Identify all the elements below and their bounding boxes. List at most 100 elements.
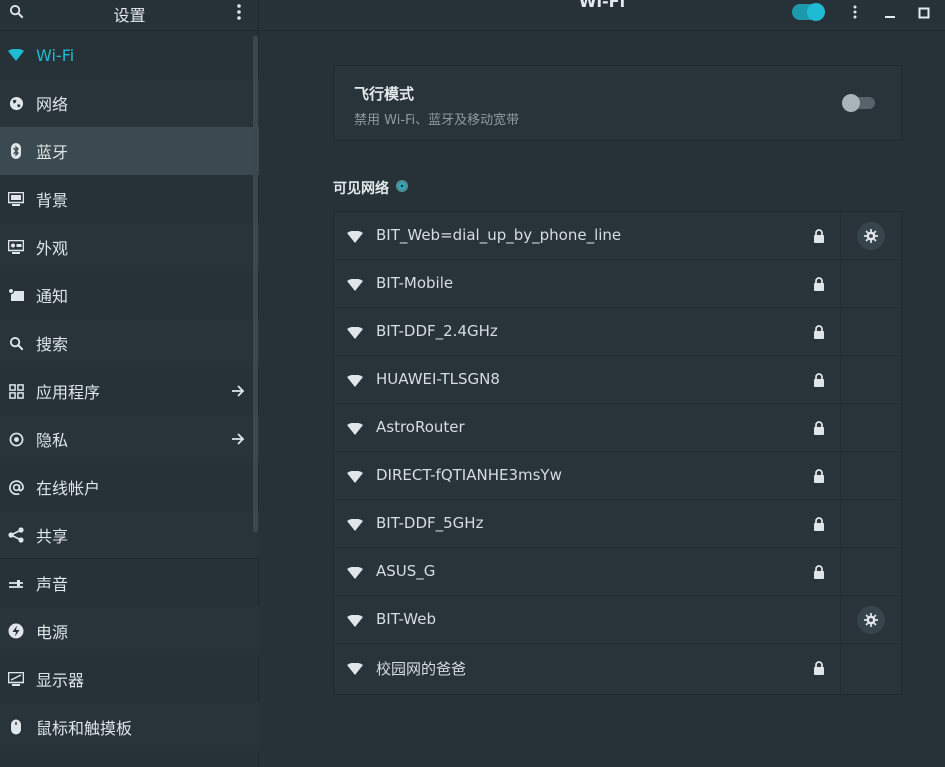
sidebar-item-label: 网络 (36, 95, 69, 114)
network-ssid: HUAWEI-TLSGN8 (376, 370, 500, 388)
sidebar-item-label: 应用程序 (36, 383, 101, 402)
wifi-signal-icon (347, 228, 363, 247)
sidebar-item-network[interactable]: 网络 (0, 79, 259, 127)
network-ssid: BIT-Web (376, 610, 437, 628)
lock-icon (813, 372, 825, 391)
row-divider (840, 644, 841, 694)
sidebar-item-notifications[interactable]: 通知 (0, 271, 259, 319)
visible-networks-label: 可见网络 (333, 181, 389, 197)
wifi-signal-icon (347, 516, 363, 535)
sidebar-item-label: 外观 (36, 239, 69, 258)
network-settings-button[interactable] (857, 222, 885, 250)
arrow-right-icon (231, 431, 245, 450)
row-divider (840, 596, 841, 643)
network-row[interactable]: DIRECT-fQTIANHE3msYw (334, 452, 901, 500)
sidebar-item-wifi[interactable]: Wi-Fi (0, 31, 259, 79)
power-icon (8, 623, 24, 639)
row-divider (840, 212, 841, 259)
arrow-right-icon (231, 383, 245, 402)
wifi-signal-icon (347, 372, 363, 391)
notification-icon (8, 287, 24, 303)
network-ssid: DIRECT-fQTIANHE3msYw (376, 466, 562, 484)
appearance-icon (8, 239, 24, 255)
wifi-signal-icon (347, 612, 363, 631)
sidebar-item-label: 隐私 (36, 431, 69, 450)
lock-icon (813, 564, 825, 583)
minimize-icon[interactable] (884, 4, 896, 23)
sidebar-item-label: 电源 (36, 623, 69, 642)
row-divider (840, 260, 841, 307)
sidebar-item-label: 通知 (36, 287, 69, 306)
row-divider (840, 404, 841, 451)
network-ssid: BIT-DDF_2.4GHz (376, 322, 498, 340)
lock-icon (813, 228, 825, 247)
sidebar-item-label: 蓝牙 (36, 143, 69, 162)
kebab-menu-icon[interactable] (851, 4, 859, 24)
sidebar-item-bluetooth[interactable]: 蓝牙 (0, 127, 259, 175)
sidebar-title: 设置 (113, 6, 146, 25)
sidebar-item-appearance[interactable]: 外观 (0, 223, 259, 271)
lock-icon (813, 468, 825, 487)
search-icon (8, 335, 24, 351)
toggle-knob (807, 3, 825, 21)
airplane-mode-toggle[interactable] (842, 94, 875, 112)
sidebar-item-privacy[interactable]: 隐私 (0, 415, 259, 463)
lock-icon (813, 324, 825, 343)
row-divider (840, 308, 841, 355)
toggle-knob (842, 94, 860, 112)
network-row[interactable]: BIT-DDF_5GHz (334, 500, 901, 548)
network-row[interactable]: HUAWEI-TLSGN8 (334, 356, 901, 404)
sidebar-item-applications[interactable]: 应用程序 (0, 367, 259, 415)
sidebar-item-background[interactable]: 背景 (0, 175, 259, 223)
sidebar-item-search[interactable]: 搜索 (0, 319, 259, 367)
sidebar-item-sound[interactable]: 声音 (0, 559, 259, 607)
sidebar-item-power[interactable]: 电源 (0, 607, 259, 655)
row-divider (840, 500, 841, 547)
network-row[interactable]: BIT_Web=dial_up_by_phone_line (334, 212, 901, 260)
background-icon (8, 191, 24, 207)
sidebar-item-displays[interactable]: 显示器 (0, 655, 259, 703)
network-row[interactable]: BIT-DDF_2.4GHz (334, 308, 901, 356)
gear-icon (864, 229, 878, 243)
network-row[interactable]: ASUS_G (334, 548, 901, 596)
network-globe-icon (8, 95, 24, 111)
sidebar-item-label: 鼠标和触摸板 (36, 719, 133, 738)
sidebar-scrollbar[interactable] (253, 36, 258, 532)
sidebar-item-mouse-touchpad[interactable]: 鼠标和触摸板 (0, 703, 259, 751)
gear-icon (864, 613, 878, 627)
network-row[interactable]: AstroRouter (334, 404, 901, 452)
header-bar: Wi-Fi (259, 0, 945, 31)
network-row[interactable]: 校园网的爸爸 (334, 644, 901, 694)
sidebar-header: 设置 (0, 0, 259, 31)
scanning-spinner-icon (395, 179, 409, 197)
display-icon (8, 671, 24, 687)
maximize-icon[interactable] (918, 4, 930, 23)
share-icon (8, 526, 24, 543)
network-ssid: AstroRouter (376, 418, 465, 436)
wifi-signal-icon (347, 564, 363, 583)
network-settings-button[interactable] (857, 606, 885, 634)
sidebar-item-label: 背景 (36, 191, 69, 210)
wifi-signal-icon (347, 276, 363, 295)
wifi-icon (8, 47, 24, 63)
page-title: Wi-Fi (578, 0, 626, 11)
row-divider (840, 452, 841, 499)
network-row[interactable]: BIT-Web (334, 596, 901, 644)
kebab-menu-icon[interactable] (233, 3, 245, 25)
apps-grid-icon (8, 383, 24, 399)
sound-icon (8, 575, 24, 591)
network-list: BIT_Web=dial_up_by_phone_line BIT-Mobile B… (333, 211, 902, 695)
wifi-toggle[interactable] (792, 3, 825, 21)
network-row[interactable]: BIT-Mobile (334, 260, 901, 308)
sidebar-item-online-accounts[interactable]: 在线帐户 (0, 463, 259, 511)
airplane-mode-subtitle: 禁用 Wi-Fi、蓝牙及移动宽带 (354, 113, 520, 128)
sidebar-item-label: Wi-Fi (36, 45, 75, 65)
lock-icon (813, 420, 825, 439)
wifi-signal-icon (347, 324, 363, 343)
sidebar-item-sharing[interactable]: 共享 (0, 511, 259, 559)
visible-networks-heading: 可见网络 (333, 178, 409, 198)
wifi-signal-icon (347, 420, 363, 439)
lock-icon (813, 276, 825, 295)
network-ssid: BIT_Web=dial_up_by_phone_line (376, 226, 622, 244)
network-ssid: BIT-Mobile (376, 274, 454, 292)
